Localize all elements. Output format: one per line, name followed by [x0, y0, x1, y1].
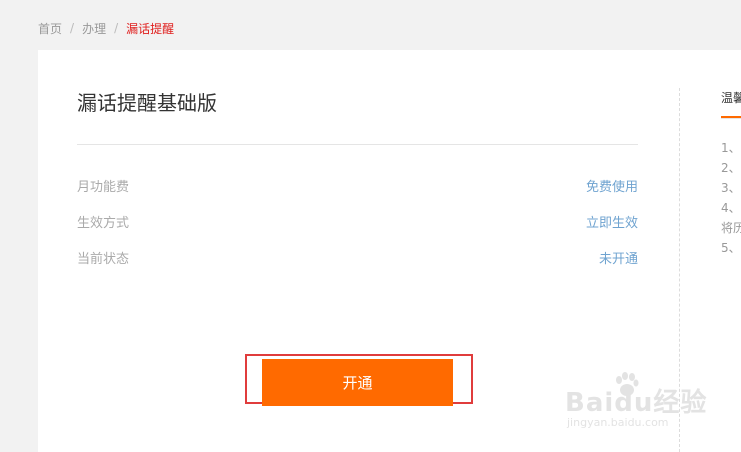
tips-title-underline: [721, 116, 741, 118]
breadcrumb-separator: /: [114, 21, 119, 35]
column-divider: [679, 88, 680, 452]
tips-divider: [721, 118, 741, 119]
breadcrumb-handle[interactable]: 办理: [82, 20, 106, 37]
info-row-status: 当前状态 未开通: [77, 247, 638, 267]
fee-label: 月功能费: [77, 179, 130, 195]
tips-list: 1、 2、 3、 4、 将历 5、: [721, 138, 741, 258]
tips-line: 1、: [721, 141, 741, 155]
title-divider: [77, 144, 638, 145]
open-button[interactable]: 开通: [262, 359, 453, 406]
breadcrumb-separator: /: [70, 21, 75, 35]
tips-title: 温馨: [721, 91, 741, 105]
breadcrumb: 首页 / 办理 / 漏话提醒: [38, 19, 174, 37]
info-row-effective: 生效方式 立即生效: [77, 211, 638, 231]
breadcrumb-current: 漏话提醒: [126, 21, 175, 36]
status-label: 当前状态: [77, 251, 130, 267]
status-value: 未开通: [598, 251, 638, 267]
tips-line: 2、: [721, 161, 741, 175]
tips-line: 5、: [721, 241, 741, 255]
tips-line: 3、: [721, 181, 741, 195]
fee-value: 免费使用: [585, 179, 638, 195]
effective-label: 生效方式: [77, 215, 130, 231]
tips-line: 4、: [721, 201, 741, 215]
tips-line: 将历: [721, 221, 741, 235]
product-card: 漏话提醒基础版 月功能费 免费使用 生效方式 立即生效 当前状态 未开通 开通 …: [38, 50, 741, 452]
info-row-fee: 月功能费 免费使用: [77, 175, 638, 195]
effective-value: 立即生效: [585, 215, 638, 231]
page-title: 漏话提醒基础版: [77, 91, 217, 115]
breadcrumb-home[interactable]: 首页: [38, 20, 62, 37]
